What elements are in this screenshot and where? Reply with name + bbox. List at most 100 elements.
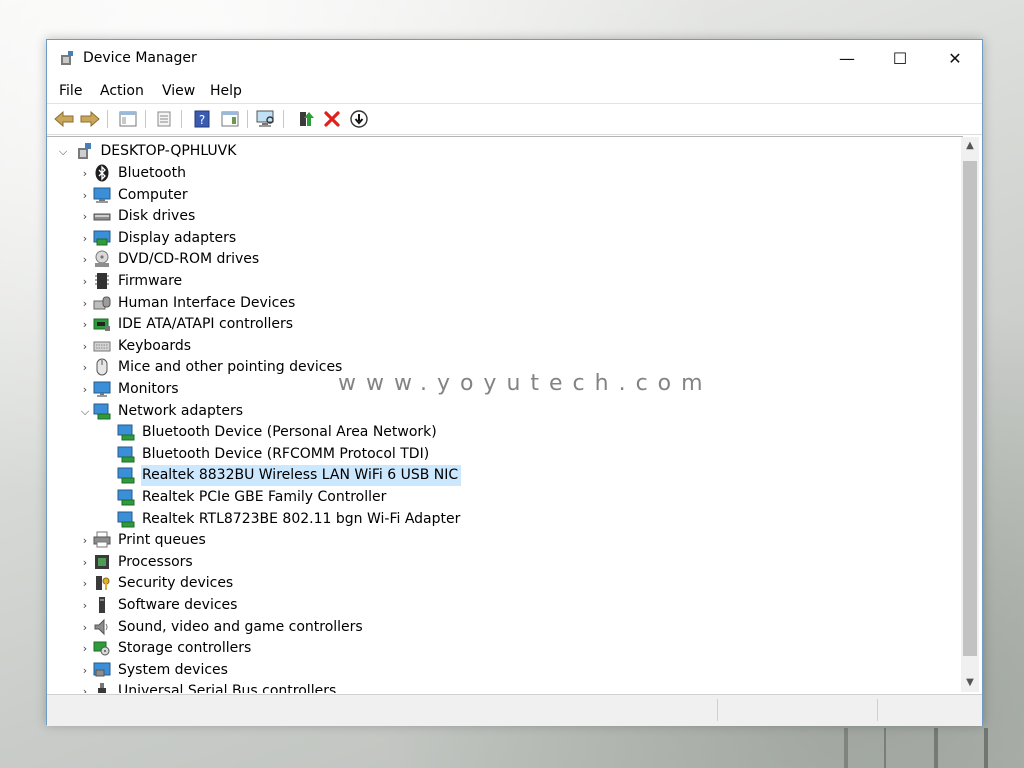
disable-device-icon[interactable] [348, 109, 370, 129]
computer-icon [93, 186, 111, 204]
tree-item-firmware[interactable]: › Firmware [77, 271, 185, 292]
tree-label: Software devices [118, 597, 238, 613]
chevron-right-icon[interactable]: › [77, 379, 93, 400]
tree-label: Bluetooth Device (RFCOMM Protocol TDI) [142, 446, 430, 462]
chevron-right-icon[interactable]: › [77, 163, 93, 184]
forward-arrow-icon[interactable] [79, 109, 101, 129]
speaker-icon [93, 618, 111, 636]
tree-item-network-adapters[interactable]: ⌵ Network adapters [77, 401, 246, 422]
chevron-right-icon[interactable]: › [77, 314, 93, 335]
tree-item-sound-video-game-controllers[interactable]: › Sound, video and game controllers [77, 617, 366, 638]
background-trees [824, 728, 1024, 768]
tree-item-mice[interactable]: › Mice and other pointing devices [77, 357, 345, 378]
tree-label: DVD/CD-ROM drives [118, 251, 260, 267]
tree-item-human-interface-devices[interactable]: › Human Interface Devices [77, 293, 298, 314]
tree-item-storage-controllers[interactable]: › Storage controllers [77, 638, 254, 659]
tree-label: Computer [118, 187, 188, 203]
display-adapter-icon [93, 229, 111, 247]
chevron-right-icon[interactable]: › [77, 595, 93, 616]
close-button[interactable]: ✕ [932, 40, 978, 76]
chevron-right-icon[interactable]: › [77, 228, 93, 249]
scrollbar-thumb[interactable] [963, 161, 977, 656]
tree-item-network-child[interactable]: Realtek RTL8723BE 802.11 bgn Wi-Fi Adapt… [101, 509, 463, 530]
chevron-right-icon[interactable]: › [77, 271, 93, 292]
uninstall-device-icon[interactable] [321, 109, 343, 129]
tree-item-dvd-cd-rom-drives[interactable]: › DVD/CD-ROM drives [77, 249, 262, 270]
window-title: Device Manager [83, 50, 197, 66]
tree-label: System devices [118, 662, 228, 678]
storage-controller-icon [93, 639, 111, 657]
maximize-button[interactable]: ☐ [877, 40, 923, 76]
chevron-right-icon[interactable]: › [77, 249, 93, 270]
chevron-right-icon[interactable]: › [77, 530, 93, 551]
tree-label: IDE ATA/ATAPI controllers [118, 316, 294, 332]
scroll-down-icon[interactable]: ▼ [961, 674, 979, 692]
vertical-scrollbar[interactable]: ▲ ▼ [961, 137, 979, 692]
computer-root-icon [75, 142, 93, 160]
tree-item-display-adapters[interactable]: › Display adapters [77, 228, 239, 249]
tree-item-system-devices[interactable]: › System devices [77, 660, 231, 681]
network-adapter-icon [117, 488, 135, 506]
chevron-right-icon[interactable]: › [77, 638, 93, 659]
tree-item-print-queues[interactable]: › Print queues [77, 530, 209, 551]
software-device-icon [93, 596, 111, 614]
chevron-right-icon[interactable]: › [77, 573, 93, 594]
chevron-right-icon[interactable]: › [77, 357, 93, 378]
device-tree[interactable]: ⌵ DESKTOP-QPHLUVK › Bluetooth › Computer ›… [47, 136, 963, 693]
printer-icon [93, 531, 111, 549]
menu-file[interactable]: File [59, 83, 82, 99]
chevron-right-icon[interactable]: › [77, 660, 93, 681]
tree-item-processors[interactable]: › Processors [77, 552, 196, 573]
tree-label: Print queues [118, 532, 206, 548]
help-icon[interactable]: ? [191, 109, 213, 129]
keyboard-icon [93, 337, 111, 355]
menu-action[interactable]: Action [100, 83, 144, 99]
ide-controller-icon [93, 315, 111, 333]
tree-item-usb-controllers[interactable]: › Universal Serial Bus controllers [77, 681, 339, 693]
hid-icon [93, 294, 111, 312]
tree-item-ide-ata-atapi-controllers[interactable]: › IDE ATA/ATAPI controllers [77, 314, 296, 335]
menu-bar: File Action View Help [47, 77, 982, 104]
tree-item-network-child-selected[interactable]: Realtek 8832BU Wireless LAN WiFi 6 USB N… [101, 465, 462, 486]
scroll-up-icon[interactable]: ▲ [961, 137, 979, 155]
title-bar[interactable]: Device Manager — ☐ ✕ [47, 40, 982, 76]
menu-view[interactable]: View [162, 83, 195, 99]
tree-item-keyboards[interactable]: › Keyboards [77, 336, 194, 357]
tree-root[interactable]: ⌵ DESKTOP-QPHLUVK [55, 141, 239, 162]
tree-item-disk-drives[interactable]: › Disk drives [77, 206, 198, 227]
action-pane-icon[interactable] [219, 109, 241, 129]
tree-item-bluetooth[interactable]: › Bluetooth [77, 163, 189, 184]
tree-item-network-child[interactable]: Bluetooth Device (Personal Area Network) [101, 422, 440, 443]
mouse-icon [93, 358, 111, 376]
chevron-right-icon[interactable]: › [77, 552, 93, 573]
properties-icon[interactable] [153, 109, 175, 129]
show-hide-console-tree-icon[interactable] [117, 109, 139, 129]
chevron-right-icon[interactable]: › [77, 206, 93, 227]
chevron-right-icon[interactable]: › [77, 185, 93, 206]
chevron-right-icon[interactable]: › [77, 617, 93, 638]
network-adapter-icon [117, 423, 135, 441]
tree-item-software-devices[interactable]: › Software devices [77, 595, 240, 616]
update-driver-icon[interactable] [295, 109, 317, 129]
chevron-right-icon[interactable]: › [77, 336, 93, 357]
status-bar [47, 694, 982, 726]
tree-label: Human Interface Devices [118, 295, 296, 311]
chevron-down-icon[interactable]: ⌵ [55, 141, 71, 162]
tree-item-computer[interactable]: › Computer [77, 185, 191, 206]
tree-item-network-child[interactable]: Realtek PCIe GBE Family Controller [101, 487, 389, 508]
scan-hardware-icon[interactable] [255, 109, 277, 129]
processor-icon [93, 553, 111, 571]
menu-help[interactable]: Help [210, 83, 242, 99]
tree-item-network-child[interactable]: Bluetooth Device (RFCOMM Protocol TDI) [101, 444, 432, 465]
minimize-button[interactable]: — [824, 40, 870, 76]
tree-label: Processors [118, 554, 193, 570]
watermark-text: www.yoyutech.com [338, 371, 713, 396]
tree-item-monitors[interactable]: › Monitors [77, 379, 182, 400]
chevron-right-icon[interactable]: › [77, 293, 93, 314]
chevron-right-icon[interactable]: › [77, 681, 93, 693]
tree-label: Security devices [118, 575, 234, 591]
chevron-down-icon[interactable]: ⌵ [77, 401, 93, 422]
status-segment [717, 699, 878, 721]
tree-item-security-devices[interactable]: › Security devices [77, 573, 236, 594]
back-arrow-icon[interactable] [53, 109, 75, 129]
